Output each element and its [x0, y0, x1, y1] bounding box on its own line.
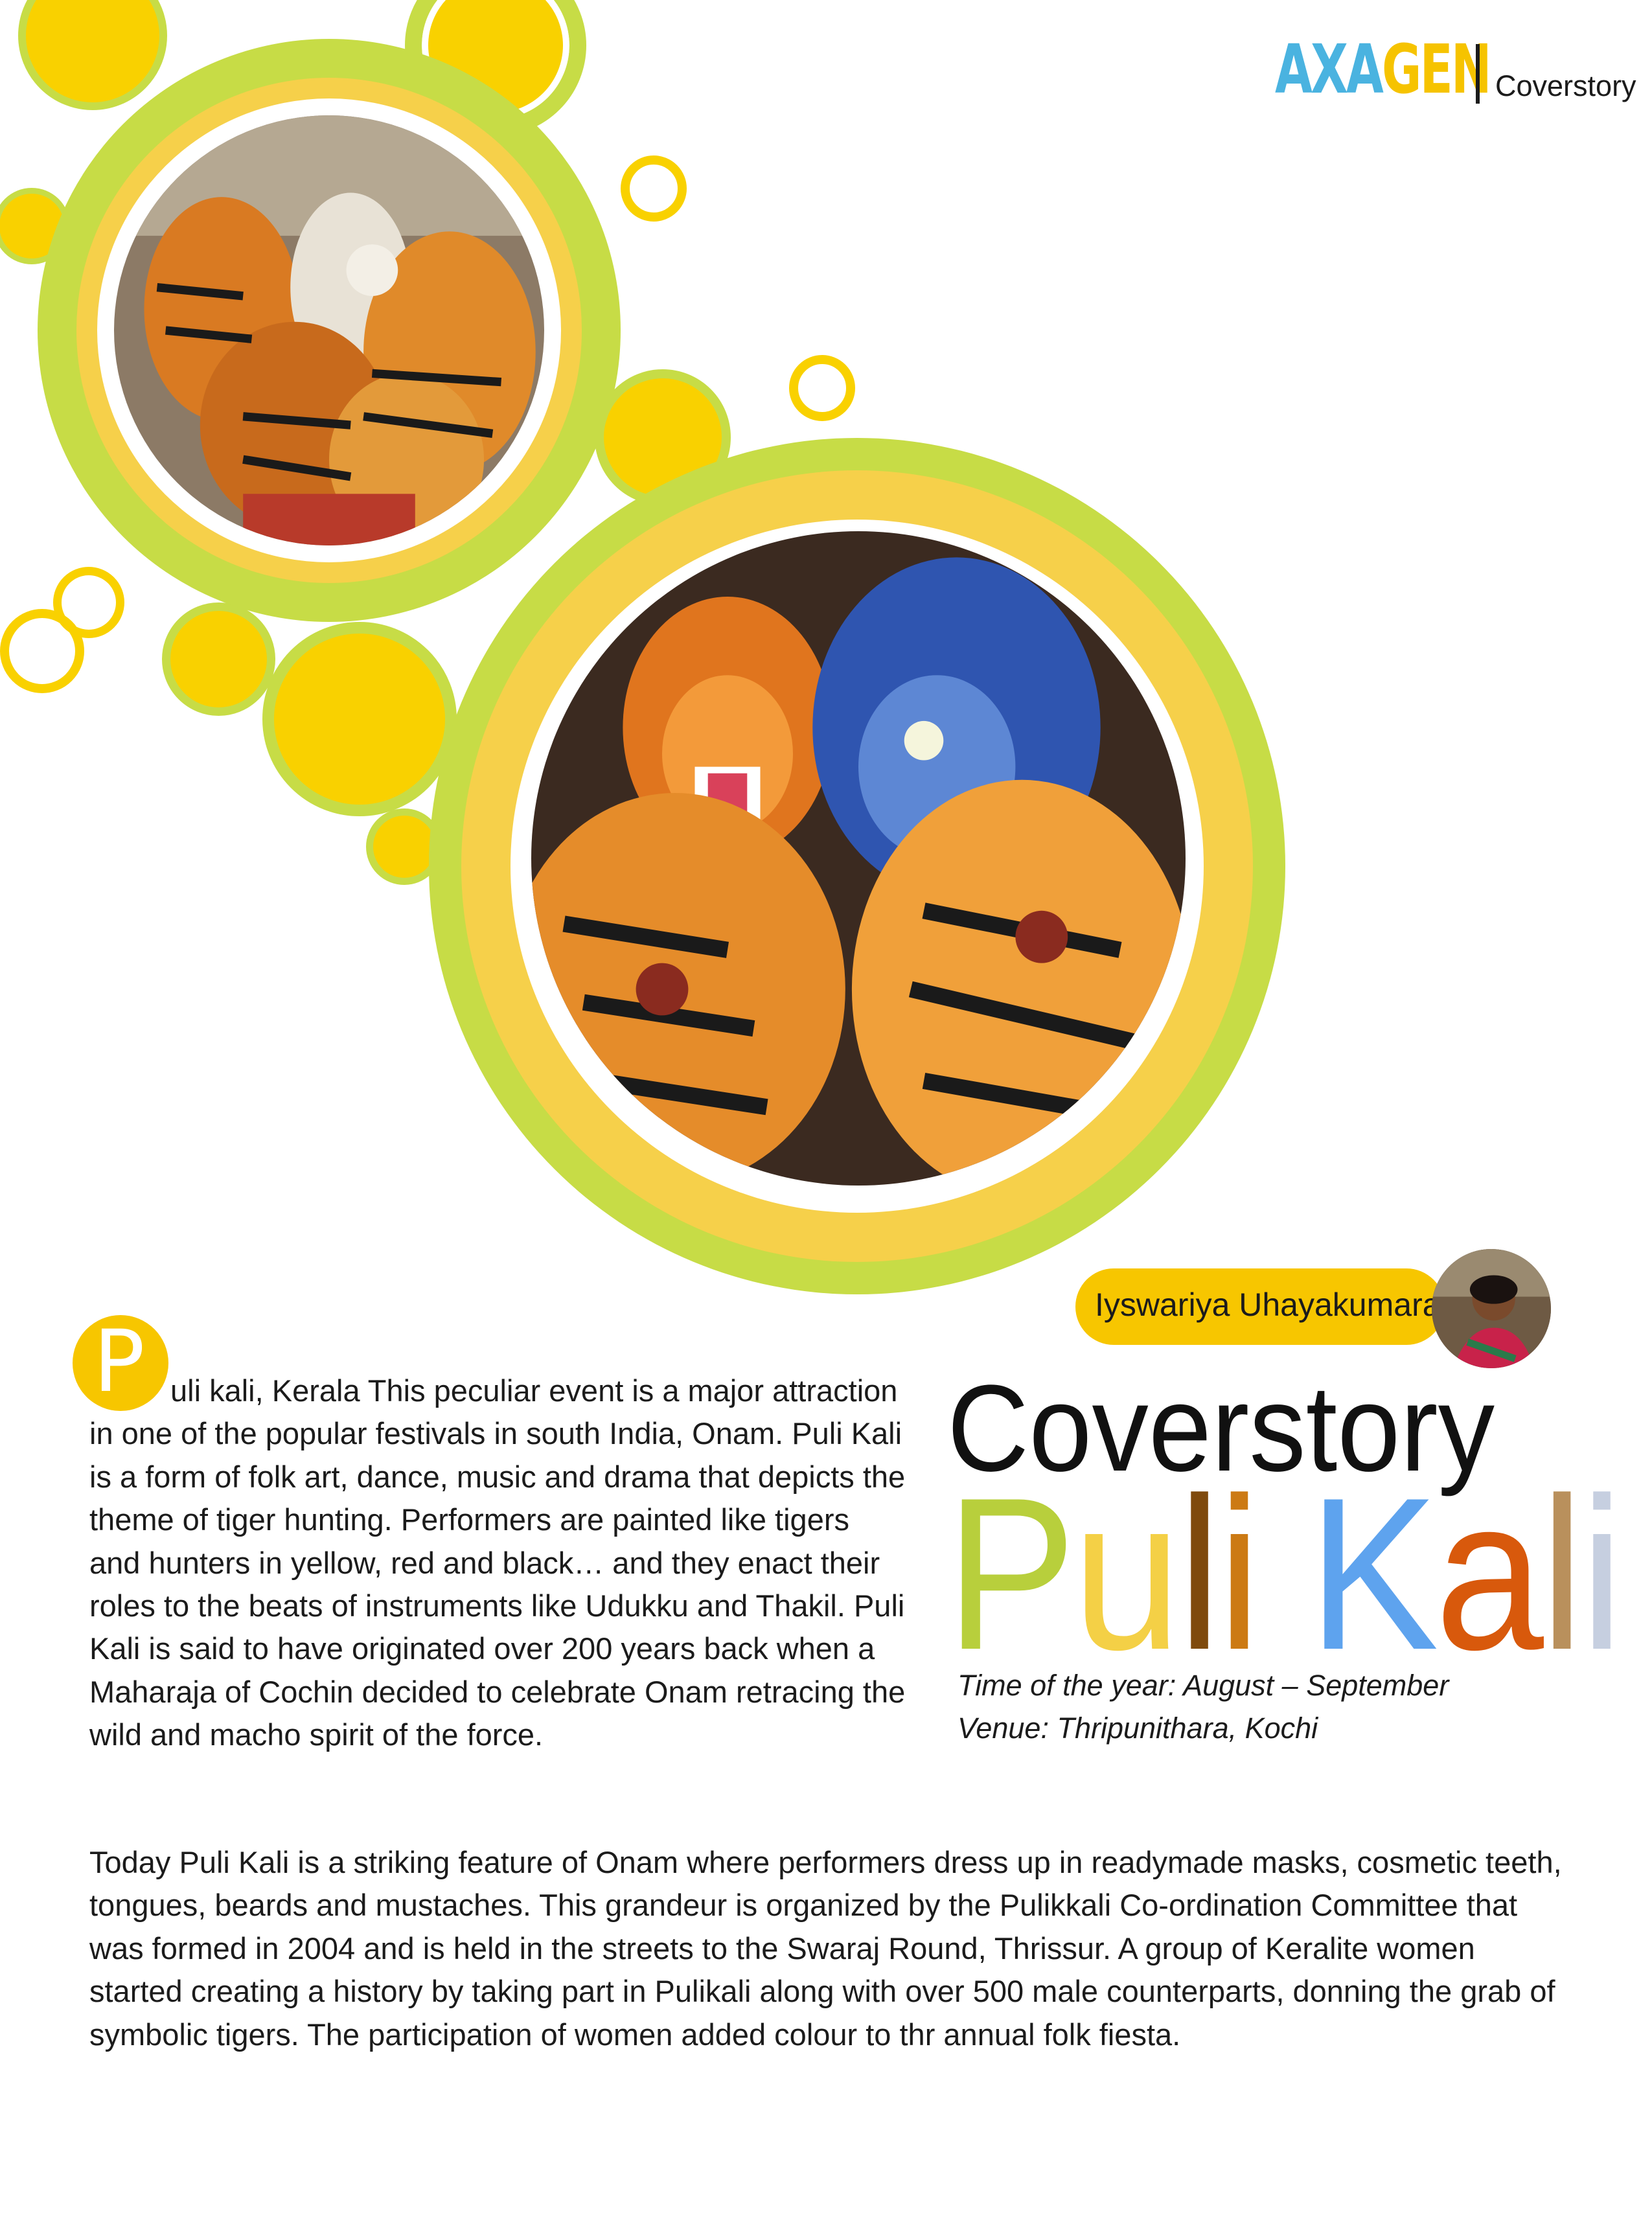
- venue: Venue: Thripunithara, Kochi: [958, 1712, 1318, 1745]
- bubble-10: [262, 622, 457, 816]
- bubble-8: [0, 609, 84, 693]
- article-paragraph-2: Today Puli Kali is a striking feature of…: [89, 1845, 1562, 2052]
- headline-letter: u: [1072, 1452, 1182, 1695]
- brand-logo-part-2: GEN: [1382, 30, 1492, 109]
- bubble-5: [789, 355, 855, 421]
- headline-letter: [1257, 1452, 1308, 1695]
- author-avatar: [1432, 1249, 1551, 1368]
- headline-letter: l: [1540, 1452, 1584, 1695]
- headline-letter: i: [1217, 1452, 1261, 1695]
- brand-logo-part-1: AXA: [1275, 30, 1384, 109]
- headline-letter: K: [1308, 1452, 1439, 1695]
- bubble-9: [162, 602, 275, 716]
- avatar-illustration: [1432, 1249, 1551, 1368]
- photo-top-illustration: [114, 115, 544, 545]
- bubble-1: [18, 0, 167, 110]
- header-divider: [1476, 44, 1480, 104]
- photo-top: [114, 115, 544, 545]
- bubble-4: [621, 155, 687, 222]
- headline-letter: l: [1177, 1452, 1221, 1695]
- time-of-year: Time of the year: August – September: [958, 1669, 1449, 1702]
- brand-logo: AXAGEN: [1275, 36, 1492, 103]
- author-name: Iyswariya Uhayakumaran: [1095, 1287, 1459, 1323]
- headline-letter: a: [1435, 1452, 1544, 1695]
- article-headline: Puli Kali: [946, 1465, 1623, 1682]
- article-paragraph-1: uli kali, Kerala This peculiar event is …: [89, 1373, 906, 1752]
- photo-main: [531, 531, 1186, 1186]
- photo-main-illustration: [531, 531, 1186, 1186]
- headline-letter: i: [1580, 1452, 1623, 1695]
- section-label: Coverstory: [1495, 69, 1636, 102]
- headline-letter: P: [946, 1452, 1076, 1695]
